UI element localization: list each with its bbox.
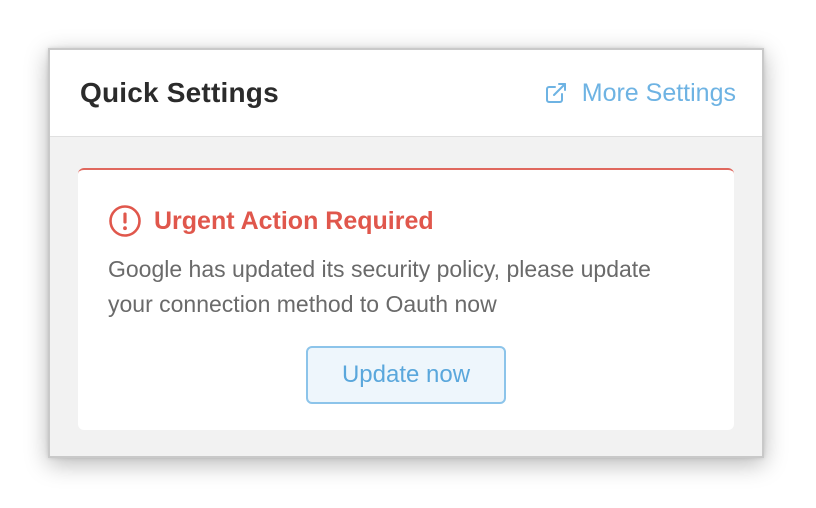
more-settings-label: More Settings [581, 78, 736, 107]
alert-actions: Update now [108, 346, 704, 404]
quick-settings-panel: Quick Settings More Settings Urgent Acti… [48, 48, 764, 458]
exclamation-circle-icon [108, 204, 142, 238]
urgent-alert-card: Urgent Action Required Google has update… [78, 168, 734, 430]
update-now-button[interactable]: Update now [306, 346, 506, 404]
alert-message: Google has updated its security policy, … [108, 256, 651, 317]
external-link-icon [544, 81, 568, 105]
alert-heading: Urgent Action Required [108, 204, 704, 238]
more-settings-link[interactable]: More Settings [544, 79, 736, 108]
alert-title: Urgent Action Required [154, 206, 434, 235]
panel-header: Quick Settings More Settings [50, 50, 762, 137]
panel-title: Quick Settings [80, 77, 279, 108]
